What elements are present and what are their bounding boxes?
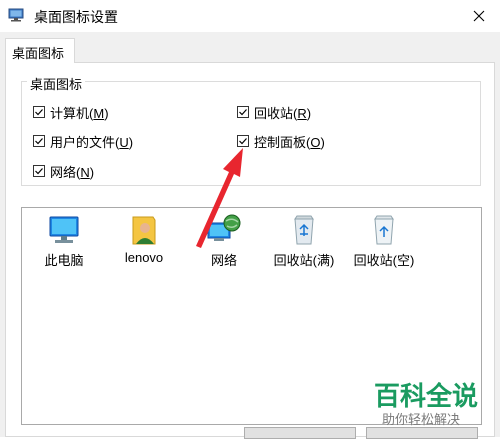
ok-button[interactable]	[244, 427, 356, 439]
checkbox-label: 回收站(R)	[254, 105, 312, 121]
tab-label: 桌面图标	[12, 46, 65, 61]
network-icon	[207, 214, 241, 241]
computer-icon	[49, 216, 79, 243]
window-title: 桌面图标设置	[34, 9, 118, 25]
icon-item-this-pc[interactable]: 此电脑	[29, 212, 99, 269]
title-bar[interactable]: 桌面图标设置	[0, 0, 500, 32]
icon-item-recycle-empty[interactable]: 回收站(空)	[349, 212, 419, 269]
icon-label: lenovo	[124, 250, 164, 265]
checkbox-box[interactable]	[33, 106, 45, 118]
checkmark-icon	[239, 138, 247, 145]
icon-label: 回收站(空)	[353, 253, 415, 268]
close-icon	[473, 10, 485, 22]
recycle-bin-full-icon	[294, 215, 314, 245]
checkbox-label: 用户的文件(U)	[50, 134, 134, 150]
close-button[interactable]	[458, 0, 500, 32]
checkmark-icon	[239, 109, 247, 116]
icon-label: 网络	[210, 253, 237, 268]
checkbox-label: 控制面板(O)	[254, 134, 325, 150]
checkbox-box[interactable]	[237, 106, 249, 118]
checkbox-box[interactable]	[33, 165, 45, 177]
checkbox-recycle-bin[interactable]: 回收站(R)	[237, 103, 311, 121]
icon-item-recycle-full[interactable]: 回收站(满)	[269, 212, 339, 269]
icon-label: 回收站(满)	[273, 253, 335, 268]
checkmark-icon	[35, 138, 43, 145]
checkmark-icon	[35, 168, 43, 175]
watermark-logo: 百科全说 助你轻松解决	[370, 376, 494, 430]
desktop-settings-icon	[8, 8, 24, 22]
checkbox-network[interactable]: 网络(N)	[33, 162, 94, 180]
icon-item-user[interactable]: lenovo	[109, 212, 179, 265]
checkbox-box[interactable]	[237, 135, 249, 147]
group-legend: 桌面图标	[27, 74, 86, 93]
checkmark-icon	[35, 109, 43, 116]
checkbox-computer[interactable]: 计算机(M)	[33, 103, 109, 121]
icon-item-network[interactable]: 网络	[189, 212, 259, 269]
user-folder-icon	[132, 216, 156, 245]
watermark-subtitle: 助你轻松解决	[382, 412, 461, 427]
checkbox-label: 网络(N)	[50, 164, 95, 180]
recycle-bin-empty-icon	[374, 215, 394, 245]
checkbox-box[interactable]	[33, 135, 45, 147]
watermark-title: 百科全说	[374, 381, 479, 411]
checkbox-control-panel[interactable]: 控制面板(O)	[237, 132, 325, 150]
checkbox-user-files[interactable]: 用户的文件(U)	[33, 132, 133, 150]
tab-desktop-icons[interactable]: 桌面图标	[5, 38, 75, 63]
checkbox-label: 计算机(M)	[50, 105, 109, 121]
icon-label: 此电脑	[44, 253, 84, 268]
